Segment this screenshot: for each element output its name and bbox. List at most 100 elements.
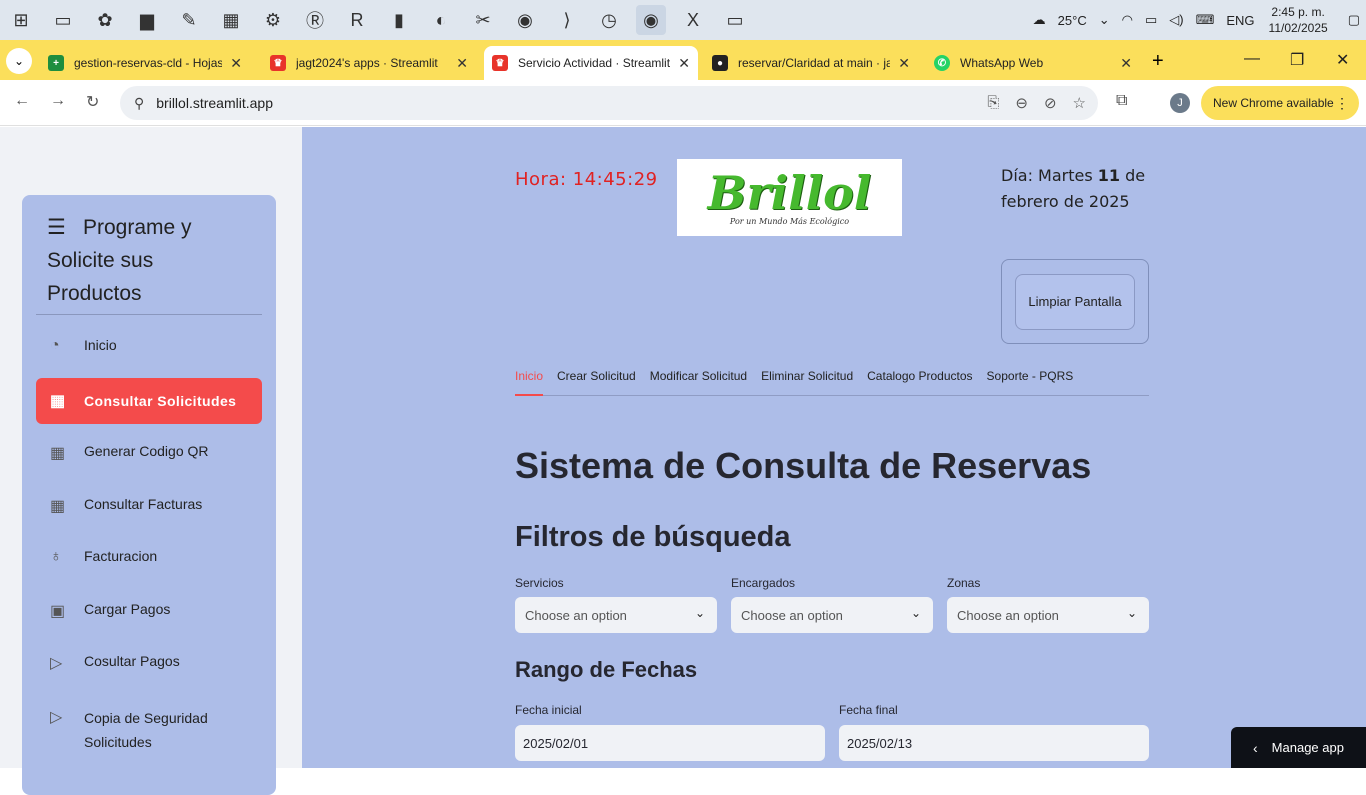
bookmark-star-icon[interactable]: ☆ [1073,94,1086,112]
sheets-icon: + [48,55,64,71]
system-tray: ☁ 25°C ⌄ ◠ ▭ ◁) ⌨ ENG 2:45 p. m. 11/02/2… [1027,0,1366,40]
sidebar-item-inicio[interactable]: ◔ Inicio [36,337,262,355]
browser-tab-1[interactable]: ♛ jagt2024's apps · Streamlit ✕ [262,46,476,80]
browser-tab-2[interactable]: ♛ Servicio Actividad · Streamlit ✕ [484,46,698,80]
kebab-menu-icon[interactable]: ⋮ [1335,95,1349,112]
close-icon[interactable]: ✕ [898,55,910,72]
fecha-inicial-input[interactable]: 2025/02/01 [515,725,825,761]
paint-icon[interactable]: ✎ [174,5,204,35]
language[interactable]: ENG [1226,13,1254,28]
toggle-icon: ◔ [50,337,60,354]
windows-start-icon[interactable]: ⊞ [6,5,36,35]
filters-heading: Filtros de búsqueda [515,521,791,553]
chrome-icon[interactable]: ◉ [510,5,540,35]
update-label: New Chrome available [1213,96,1334,110]
tab-soporte-pqrs[interactable]: Soporte - PQRS [987,367,1074,396]
tab-crear-solicitud[interactable]: Crear Solicitud [557,367,636,396]
encargados-label: Encargados [731,576,796,590]
snip-tool-icon[interactable]: ✂ [468,5,498,35]
page-title: Sistema de Consulta de Reservas [515,445,1092,486]
file-explorer-icon[interactable]: ▆ [132,5,162,35]
windows-taskbar: ⊞ ▭ ✿ ▆ ✎ ▦ ⚙ Ⓡ R ▮ ◐ ✂ ◉ ⟩ ◷ ◉ X ▭ ☁ 25… [0,0,1366,40]
close-icon[interactable]: ✕ [1120,55,1132,72]
calculator-icon[interactable]: ▦ [216,5,246,35]
tab-catalogo-productos[interactable]: Catalogo Productos [867,367,972,396]
new-tab-plus-icon[interactable]: + [1152,50,1164,73]
excel-icon[interactable]: X [678,5,708,35]
sidebar-item-copia-de-seguridad[interactable]: ▷ Copia de Seguridad Solicitudes [36,706,262,754]
clock-app-icon[interactable]: ◷ [594,5,624,35]
sidebar-title: ☰ Programe y Solicite sus Productos [47,211,247,310]
chevron-up-icon[interactable]: ⌄ [1099,12,1110,28]
main-content: Hora: 14:45:29 Brillol Por un Mundo Más … [302,127,1366,768]
sidebar-item-facturacion[interactable]: ♁ Facturacion [36,548,262,566]
sidebar-item-consultar-solicitudes[interactable]: ▦ Consultar Solicitudes [36,378,262,424]
servicios-label: Servicios [515,576,564,590]
chrome-profile-icon[interactable]: ◉ [636,5,666,35]
nav-tabs: Inicio Crear Solicitud Modificar Solicit… [515,367,1149,396]
profile-avatar[interactable]: J [1170,93,1190,113]
browser-tabstrip: ⌄ + gestion-reservas-cld - Hojas ✕ ♛ jag… [0,40,1366,80]
tab-title: Servicio Actividad · Streamlit [518,56,671,70]
sidebar-item-generar-codigo-qr[interactable]: ▦ Generar Codigo QR [36,443,262,463]
sidebar-item-consultar-facturas[interactable]: ▦ Consultar Facturas [36,496,262,516]
volume-icon[interactable]: ◁) [1169,12,1183,28]
weather-icon[interactable]: ☁ [1033,12,1046,28]
tab-eliminar-solicitud[interactable]: Eliminar Solicitud [761,367,853,396]
chevron-down-icon: ⌄ [910,606,921,620]
sidebar-item-cosultar-pagos[interactable]: ▷ Cosultar Pagos [36,653,262,673]
encargados-select[interactable]: Choose an option ⌄ [731,597,933,633]
streamlit-icon: ♛ [492,55,508,71]
zoom-icon[interactable]: ⊖ [1015,94,1028,112]
eye-off-icon[interactable]: ⊘ [1044,94,1057,112]
new-chrome-available-button[interactable]: New Chrome available ⋮ [1201,86,1359,120]
wifi-icon[interactable]: ◠ [1122,12,1133,28]
fecha-final-input[interactable]: 2025/02/13 [839,725,1149,761]
notification-icon[interactable]: ▢ [1348,12,1360,28]
tab-modificar-solicitud[interactable]: Modificar Solicitud [650,367,747,396]
remote-app-icon[interactable]: ▭ [720,5,750,35]
restore-icon[interactable]: ❐ [1290,50,1304,70]
sidebar-item-cargar-pagos[interactable]: ▣ Cargar Pagos [36,601,262,621]
back-arrow-icon[interactable]: ← [14,92,30,110]
close-icon[interactable]: ✕ [456,55,468,72]
close-icon[interactable]: ✕ [230,55,242,72]
clock[interactable]: 2:45 p. m. 11/02/2025 [1269,4,1328,36]
edge-icon[interactable]: ◐ [426,5,456,35]
forward-arrow-icon[interactable]: → [50,92,66,110]
settings-gear-icon[interactable]: ⚙ [258,5,288,35]
zonas-select[interactable]: Choose an option ⌄ [947,597,1149,633]
browser-tab-0[interactable]: + gestion-reservas-cld - Hojas ✕ [40,46,250,80]
close-icon[interactable]: ✕ [678,55,690,72]
rstudio-icon[interactable]: R [342,5,372,35]
divider [36,314,262,315]
tab-search-chevron-icon[interactable]: ⌄ [6,48,32,74]
task-view-icon[interactable]: ▭ [48,5,78,35]
limpiar-pantalla-button[interactable]: Limpiar Pantalla [1015,274,1135,330]
tab-title: gestion-reservas-cld - Hojas [74,56,223,70]
extensions-puzzle-icon[interactable]: ⧉ [1116,92,1127,110]
dia-fecha: Día: Martes 11 de febrero de 2025 [1001,166,1146,211]
r-app-icon[interactable]: Ⓡ [300,5,330,35]
keyboard-icon[interactable]: ⌨ [1196,12,1215,28]
battery-icon[interactable]: ▭ [1145,12,1157,28]
logo-tagline: Por un Mundo Más Ecológico [729,217,850,226]
temperature[interactable]: 25°C [1058,13,1087,28]
vscode-icon[interactable]: ⟩ [552,5,582,35]
address-bar[interactable]: ⚲ brillol.streamlit.app ⎘ ⊖ ⊘ ☆ [120,86,1098,120]
minimize-icon[interactable]: — [1244,50,1260,68]
servicios-select[interactable]: Choose an option ⌄ [515,597,717,633]
window-close-icon[interactable]: ✕ [1336,50,1349,70]
play-icon: ▷ [50,709,63,726]
powerbi-icon[interactable]: ▮ [384,5,414,35]
copilot-icon[interactable]: ✿ [90,5,120,35]
limpiar-container: Limpiar Pantalla [1001,259,1149,344]
browser-tab-4[interactable]: ✆ WhatsApp Web ✕ [926,46,1140,80]
install-icon[interactable]: ⎘ [987,94,999,112]
browser-tab-3[interactable]: ● reservar/Claridad at main · ja ✕ [704,46,918,80]
manage-app-button[interactable]: ‹ Manage app [1231,727,1366,768]
site-settings-icon[interactable]: ⚲ [134,95,144,112]
chevron-down-icon: ⌄ [1126,606,1137,620]
tab-inicio[interactable]: Inicio [515,367,544,396]
reload-icon[interactable]: ↻ [86,92,99,112]
